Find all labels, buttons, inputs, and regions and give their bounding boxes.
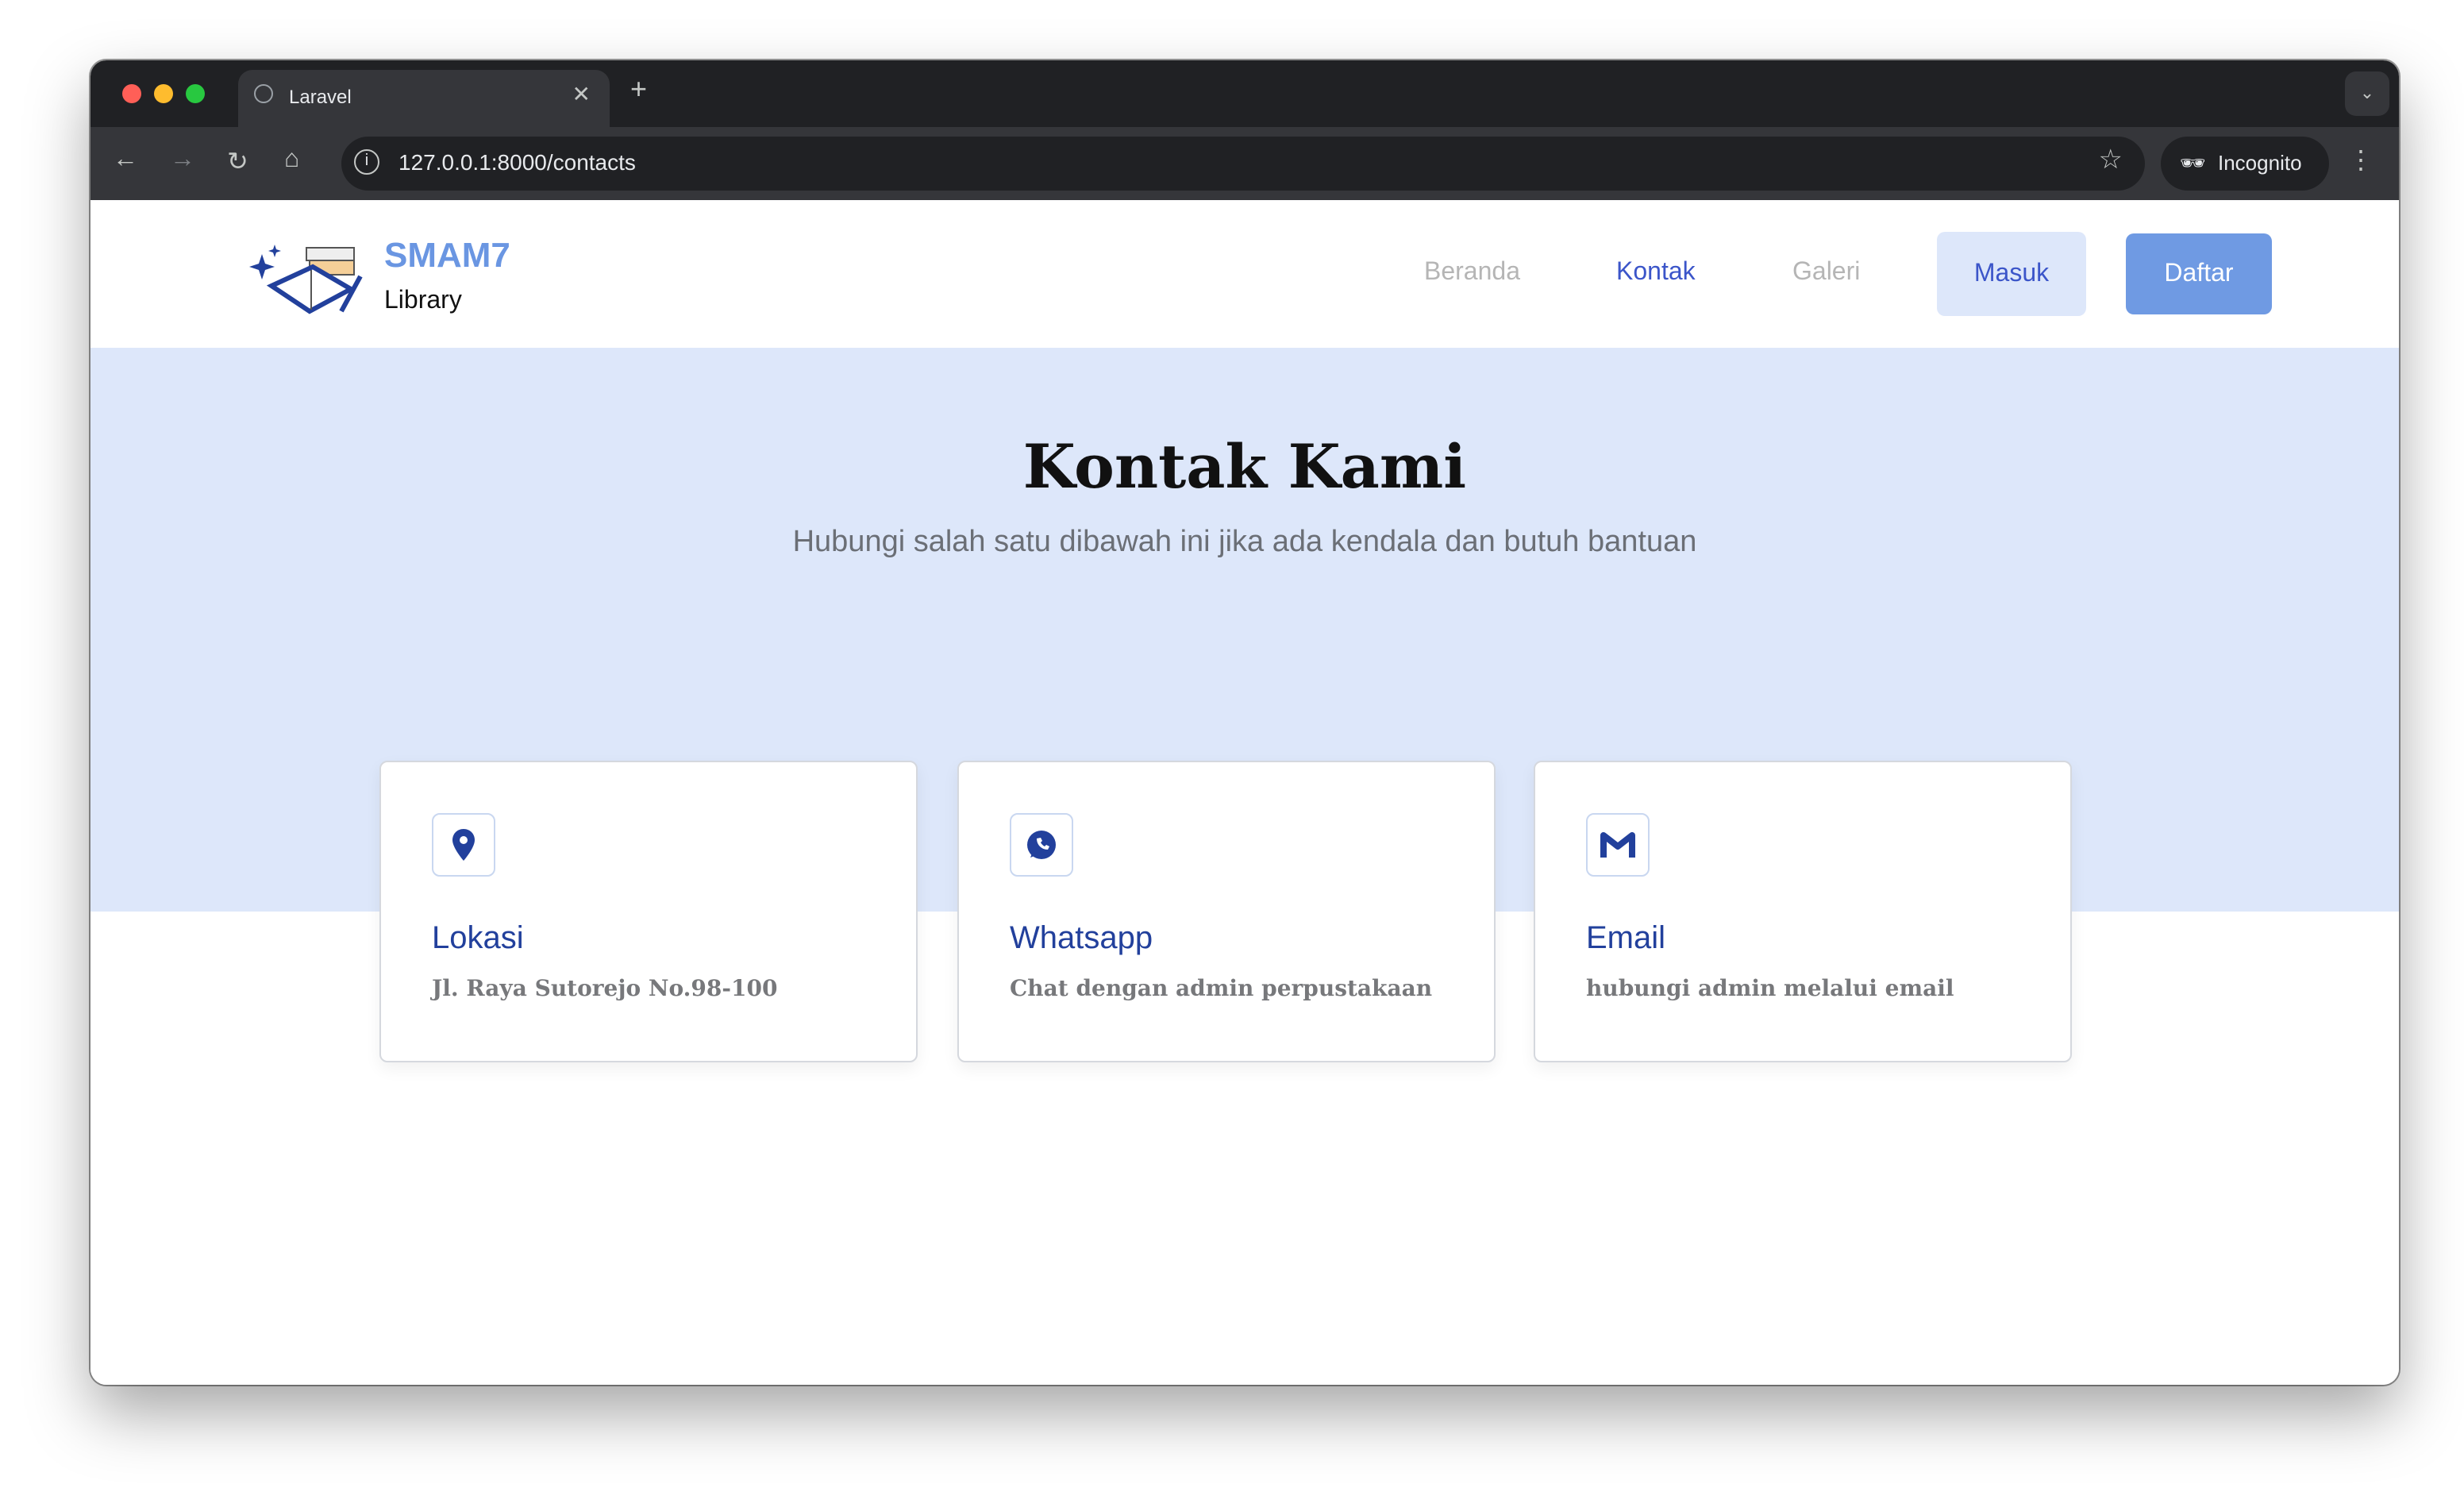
browser-menu-icon[interactable]: ⋮ (2348, 145, 2374, 176)
new-tab-icon[interactable]: + (630, 73, 647, 106)
card-description: Chat dengan admin perpustakaan (1010, 977, 1433, 1002)
site-info-icon[interactable]: i (354, 149, 379, 175)
close-window-button[interactable] (122, 84, 141, 103)
card-title: Whatsapp (1010, 921, 1153, 956)
tab-search-chevron-icon[interactable]: ⌄ (2345, 71, 2389, 116)
browser-window: Laravel ✕ + ⌄ ← → ↻ ⌂ i 127.0.0.1:8000/c… (90, 60, 2399, 1385)
library-logo-icon[interactable] (249, 241, 367, 314)
address-bar[interactable]: i 127.0.0.1:8000/contacts ☆ (341, 137, 2145, 191)
card-title: Email (1586, 921, 1666, 956)
nav-beranda[interactable]: Beranda (1424, 259, 1520, 287)
contact-card-location[interactable]: Lokasi Jl. Raya Sutorejo No.98-100 (379, 761, 918, 1062)
screen: Laravel ✕ + ⌄ ← → ↻ ⌂ i 127.0.0.1:8000/c… (0, 0, 2464, 1488)
whatsapp-icon (1010, 813, 1073, 877)
browser-toolbar: ← → ↻ ⌂ i 127.0.0.1:8000/contacts ☆ 🕶 In… (90, 127, 2399, 200)
nav-kontak[interactable]: Kontak (1616, 259, 1696, 287)
home-icon[interactable]: ⌂ (284, 146, 299, 175)
incognito-label: Incognito (2218, 151, 2302, 175)
card-description: Jl. Raya Sutorejo No.98-100 (432, 977, 778, 1002)
incognito-indicator[interactable]: 🕶 Incognito (2161, 137, 2329, 191)
bookmark-star-icon[interactable]: ☆ (2099, 145, 2123, 176)
page: SMAM7 Library Beranda Kontak Galeri Masu… (90, 200, 2399, 1385)
contact-card-whatsapp[interactable]: Whatsapp Chat dengan admin perpustakaan (957, 761, 1496, 1062)
forward-icon[interactable]: → (170, 146, 195, 175)
url-text: 127.0.0.1:8000/contacts (398, 149, 636, 175)
map-pin-icon (432, 813, 495, 877)
brand-name: SMAM7 (384, 235, 510, 275)
back-icon[interactable]: ← (113, 146, 138, 175)
nav-galeri[interactable]: Galeri (1792, 259, 1860, 287)
tab-bar: Laravel ✕ + ⌄ (90, 60, 2399, 127)
maximize-window-button[interactable] (186, 84, 205, 103)
close-tab-icon[interactable]: ✕ (572, 81, 591, 108)
incognito-icon: 🕶 (2180, 151, 2207, 175)
register-button[interactable]: Daftar (2126, 233, 2272, 314)
page-subtitle: Hubungi salah satu dibawah ini jika ada … (792, 526, 1697, 559)
gmail-icon (1586, 813, 1650, 877)
globe-icon (254, 84, 273, 103)
card-title: Lokasi (432, 921, 524, 956)
tab-title: Laravel (289, 86, 352, 108)
card-description: hubungi admin melalui email (1586, 977, 1954, 1002)
page-title: Kontak Kami (1022, 430, 1467, 502)
contact-card-email[interactable]: Email hubungi admin melalui email (1534, 761, 2072, 1062)
minimize-window-button[interactable] (154, 84, 173, 103)
site-header: SMAM7 Library Beranda Kontak Galeri Masu… (90, 200, 2399, 349)
browser-tab[interactable]: Laravel ✕ (238, 70, 610, 127)
brand-subtitle: Library (384, 287, 462, 314)
login-button[interactable]: Masuk (1937, 232, 2086, 316)
reload-icon[interactable]: ↻ (227, 146, 248, 178)
